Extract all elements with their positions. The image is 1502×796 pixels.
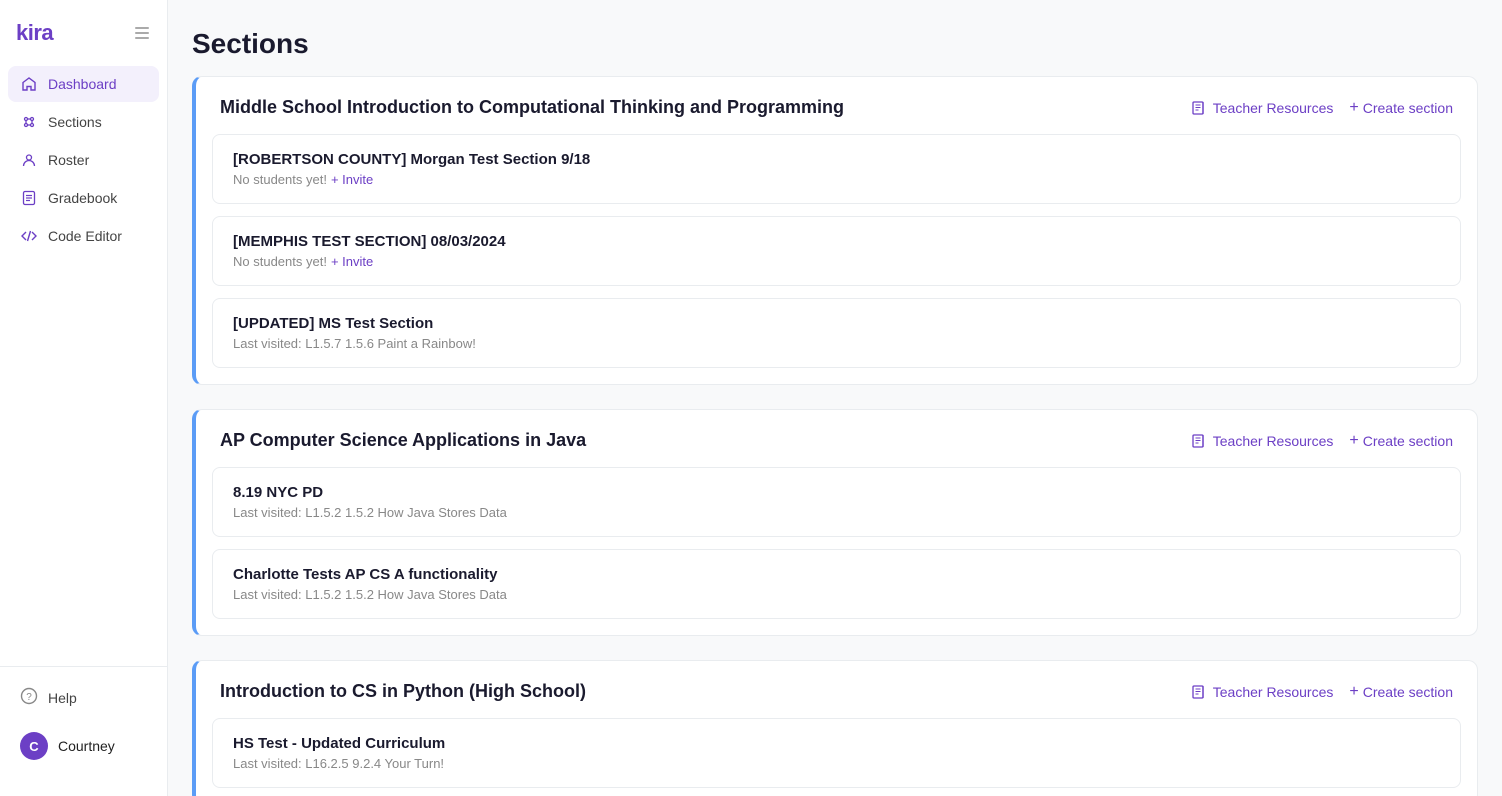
sidebar-item-dashboard[interactable]: Dashboard [8,66,159,102]
roster-icon [20,151,38,169]
course-title-2: AP Computer Science Applications in Java [220,430,586,451]
user-name: Courtney [58,738,115,754]
sections-list-1: [ROBERTSON COUNTY] Morgan Test Section 9… [196,134,1477,384]
sidebar: kira Dashboard [0,0,168,796]
invite-link[interactable]: + Invite [331,254,373,269]
course-header-2: AP Computer Science Applications in Java… [196,410,1477,467]
section-name: Charlotte Tests AP CS A functionality [233,566,1440,583]
courses-container: Middle School Introduction to Computatio… [192,76,1478,796]
course-header-1: Middle School Introduction to Computatio… [196,77,1477,134]
gradebook-label: Gradebook [48,190,117,206]
section-meta: Last visited: L1.5.2 1.5.2 How Java Stor… [233,587,1440,602]
sidebar-nav: Dashboard Sections [0,66,167,666]
gradebook-icon [20,189,38,207]
sections-icon [20,113,38,131]
section-meta: No students yet!+ Invite [233,172,1440,187]
section-meta: Last visited: L16.2.5 9.2.4 Your Turn! [233,756,1440,771]
create-section-button-3[interactable]: + Create section [1349,683,1453,701]
plus-icon: + [1349,683,1358,701]
section-item[interactable]: 8.19 NYC PD Last visited: L1.5.2 1.5.2 Ho… [212,467,1461,537]
svg-text:?: ? [26,692,32,703]
course-actions-1: Teacher Resources + Create section [1191,99,1453,117]
course-title-3: Introduction to CS in Python (High Schoo… [220,681,586,702]
section-name: [ROBERTSON COUNTY] Morgan Test Section 9… [233,151,1440,168]
sidebar-item-sections[interactable]: Sections [8,104,159,140]
section-meta: Last visited: L1.5.7 1.5.6 Paint a Rainb… [233,336,1440,351]
plus-icon: + [1349,432,1358,450]
teacher-resources-button-3[interactable]: Teacher Resources [1191,684,1334,700]
page-title: Sections [192,0,1478,76]
book-icon [1191,684,1207,700]
course-actions-2: Teacher Resources + Create section [1191,432,1453,450]
user-avatar: C [20,732,48,760]
section-meta: Last visited: L1.5.2 1.5.2 How Java Stor… [233,505,1440,520]
sidebar-bottom: ? Help C Courtney [0,666,167,780]
sections-list-3: HS Test - Updated Curriculum Last visited… [196,718,1477,796]
section-item[interactable]: [ROBERTSON COUNTY] Morgan Test Section 9… [212,134,1461,204]
invite-link[interactable]: + Invite [331,172,373,187]
course-card-1: Middle School Introduction to Computatio… [192,76,1478,385]
sections-list-2: 8.19 NYC PD Last visited: L1.5.2 1.5.2 Ho… [196,467,1477,635]
course-title-1: Middle School Introduction to Computatio… [220,97,844,118]
course-card-2: AP Computer Science Applications in Java… [192,409,1478,636]
section-item[interactable]: [MEMPHIS TEST SECTION] 08/03/2024 No stud… [212,216,1461,286]
sidebar-logo: kira [0,16,167,66]
code-editor-label: Code Editor [48,228,122,244]
code-icon [20,227,38,245]
sidebar-item-code-editor[interactable]: Code Editor [8,218,159,254]
sidebar-item-gradebook[interactable]: Gradebook [8,180,159,216]
main-content: Sections Middle School Introduction to C… [168,0,1502,796]
book-icon [1191,100,1207,116]
home-icon [20,75,38,93]
course-header-3: Introduction to CS in Python (High Schoo… [196,661,1477,718]
create-section-button-1[interactable]: + Create section [1349,99,1453,117]
dashboard-label: Dashboard [48,76,117,92]
help-label: Help [48,690,77,706]
teacher-resources-button-2[interactable]: Teacher Resources [1191,433,1334,449]
create-section-button-2[interactable]: + Create section [1349,432,1453,450]
sidebar-toggle-button[interactable] [133,24,151,42]
section-meta: No students yet!+ Invite [233,254,1440,269]
plus-icon: + [1349,99,1358,117]
section-name: [MEMPHIS TEST SECTION] 08/03/2024 [233,233,1440,250]
roster-label: Roster [48,152,89,168]
section-name: 8.19 NYC PD [233,484,1440,501]
sidebar-item-roster[interactable]: Roster [8,142,159,178]
course-actions-3: Teacher Resources + Create section [1191,683,1453,701]
help-icon: ? [20,687,38,708]
sections-label: Sections [48,114,102,130]
book-icon [1191,433,1207,449]
course-card-3: Introduction to CS in Python (High Schoo… [192,660,1478,796]
user-profile[interactable]: C Courtney [16,724,151,768]
app-logo: kira [16,20,53,46]
section-name: [UPDATED] MS Test Section [233,315,1440,332]
section-item[interactable]: [UPDATED] MS Test Section Last visited: L… [212,298,1461,368]
section-item[interactable]: HS Test - Updated Curriculum Last visited… [212,718,1461,788]
teacher-resources-button-1[interactable]: Teacher Resources [1191,100,1334,116]
help-button[interactable]: ? Help [16,679,151,716]
section-name: HS Test - Updated Curriculum [233,735,1440,752]
section-item[interactable]: Charlotte Tests AP CS A functionality Las… [212,549,1461,619]
